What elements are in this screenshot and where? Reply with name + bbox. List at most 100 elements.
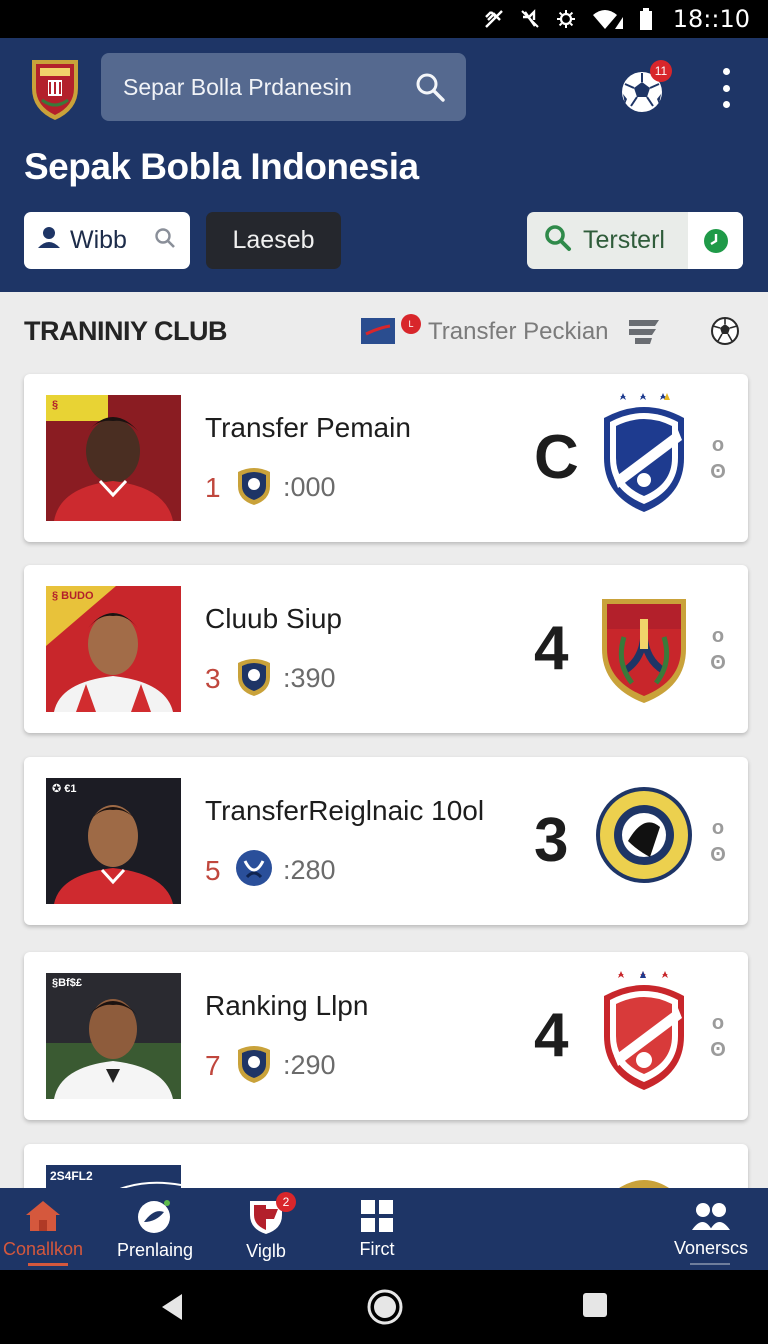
list-item[interactable]: ✪ €1 TransferReiglnaic 10ol 5 :280 3 oʘ (24, 757, 748, 925)
latest-chip[interactable]: Laeseb (206, 212, 341, 269)
club-crest-icon (594, 966, 694, 1092)
nav-item-prenlaing[interactable]: Prenlaing (110, 1188, 200, 1270)
player-photo: § (46, 395, 181, 521)
card-score: :000 (283, 472, 336, 502)
bottom-navigation: Conallkon Prenlaing 2 Viglb Firct Voners… (0, 1188, 768, 1270)
nav-item-firct[interactable]: Firct (340, 1188, 414, 1270)
home-button[interactable] (366, 1288, 404, 1326)
battery-icon (639, 8, 653, 30)
mute-icon (519, 8, 541, 30)
card-title: Transfer Pemain (205, 412, 411, 443)
transfer-link[interactable]: Transfer Peckian (428, 318, 609, 346)
app-logo[interactable] (28, 54, 82, 122)
club-badge-icon (235, 464, 273, 506)
club-crest-icon (594, 771, 694, 897)
player-photo: ✪ €1 (46, 778, 181, 904)
back-button[interactable] (156, 1290, 190, 1324)
transfer-filter-chip[interactable]: Tersterl (527, 212, 743, 269)
search-input[interactable] (123, 73, 393, 101)
club-crest-icon (594, 388, 694, 514)
home-circle-icon (367, 1289, 403, 1325)
photo-tag: § BUDO (52, 590, 94, 602)
user-icon (36, 226, 62, 255)
card-rank: 5 (205, 855, 221, 886)
search-icon (543, 223, 573, 258)
mini-stats: oʘ (710, 434, 726, 483)
sync-icon (555, 8, 577, 30)
player-photo: §Bf$£ (46, 973, 181, 1099)
card-big-value: C (534, 423, 579, 492)
more-dot (722, 68, 730, 75)
no-signal-icon (483, 8, 505, 30)
list-item[interactable]: § BUDO Cluub Siup 3 :390 4 oʘ (24, 565, 748, 733)
user-filter-chip[interactable]: Wibb (24, 212, 190, 269)
photo-tag: 2S4FL2 (50, 1169, 93, 1183)
grid-icon (361, 1199, 393, 1232)
clock-icon (703, 228, 728, 253)
wifi-icon (591, 8, 625, 30)
mini-stats: oʘ (710, 1012, 726, 1061)
nav-label: Prenlaing (116, 1239, 194, 1260)
mini-stats: oʘ (710, 817, 726, 866)
nav-item-viglb[interactable]: 2 Viglb (230, 1188, 302, 1270)
flag-icon (361, 318, 395, 344)
club-badge-icon (235, 655, 273, 697)
status-time: 18::10 (672, 5, 750, 33)
card-big-value: 4 (534, 614, 569, 683)
people-icon (692, 1202, 730, 1230)
page-title: Sepak Bobla Indonesia (24, 146, 419, 187)
user-chip-label: Wibb (70, 226, 127, 254)
more-options-button[interactable] (712, 68, 740, 108)
card-rank: 3 (205, 663, 221, 694)
nav-label: Firct (359, 1238, 395, 1259)
photo-tag: § (52, 399, 59, 411)
clock-toggle[interactable] (688, 212, 743, 269)
club-badge-icon (235, 847, 273, 889)
card-score: :390 (283, 663, 336, 693)
active-indicator (28, 1263, 68, 1266)
card-score: :280 (283, 855, 336, 885)
recents-button[interactable] (580, 1290, 614, 1324)
player-photo: § BUDO (46, 586, 181, 712)
photo-tag: ✪ €1 (52, 783, 77, 795)
card-rank: 7 (205, 1050, 221, 1081)
club-crest-icon (594, 579, 694, 705)
stack-icon[interactable] (626, 316, 662, 346)
card-big-value: 3 (534, 806, 569, 875)
more-dot (722, 101, 730, 108)
nav-item-conallkon[interactable]: Conallkon (0, 1188, 86, 1270)
photo-tag: §Bf$£ (52, 977, 82, 989)
search-icon (153, 226, 177, 255)
mini-stats: oʘ (710, 625, 726, 674)
nav-label: Conallkon (2, 1238, 84, 1259)
list-item[interactable]: §Bf$£ Ranking Llpn 7 :290 4 oʘ (24, 952, 748, 1120)
nav-indicator (690, 1263, 730, 1265)
nav-label: Viglb (246, 1240, 286, 1261)
section-badge: L (401, 314, 421, 334)
card-big-value: 4 (534, 1001, 569, 1070)
more-dot (722, 84, 730, 92)
soccer-ball-icon[interactable] (710, 316, 740, 346)
search-bar[interactable] (101, 53, 466, 121)
club-badge-icon (235, 1042, 273, 1084)
section-header: TRANINIY CLUB L Transfer Peckian (0, 292, 768, 372)
notification-badge: 11 (650, 60, 672, 82)
list-item[interactable]: § Transfer Pemain 1 :000 C oʘ (24, 374, 748, 542)
card-title: Ranking Llpn (205, 990, 369, 1021)
notifications-button[interactable]: 11 (620, 60, 672, 116)
section-title: TRANINIY CLUB (24, 316, 228, 346)
filter-chip-label: Tersterl (583, 226, 665, 254)
status-bar: 18::10 (0, 0, 768, 38)
card-title: TransferReiglnaic 10ol (205, 795, 485, 826)
latest-chip-label: Laeseb (232, 226, 315, 254)
nav-item-vonerscs[interactable]: Vonerscs (668, 1188, 754, 1270)
card-rank: 1 (205, 472, 221, 503)
card-score: :290 (283, 1050, 336, 1080)
system-navigation-bar (0, 1270, 768, 1344)
recents-icon (583, 1293, 607, 1317)
nav-label: Vonerscs (673, 1237, 749, 1258)
home-icon (26, 1200, 60, 1231)
app-header: 11 Sepak Bobla Indonesia Wibb Laeseb Ter… (0, 38, 768, 292)
ball-icon (138, 1199, 170, 1233)
search-icon[interactable] (414, 71, 446, 103)
